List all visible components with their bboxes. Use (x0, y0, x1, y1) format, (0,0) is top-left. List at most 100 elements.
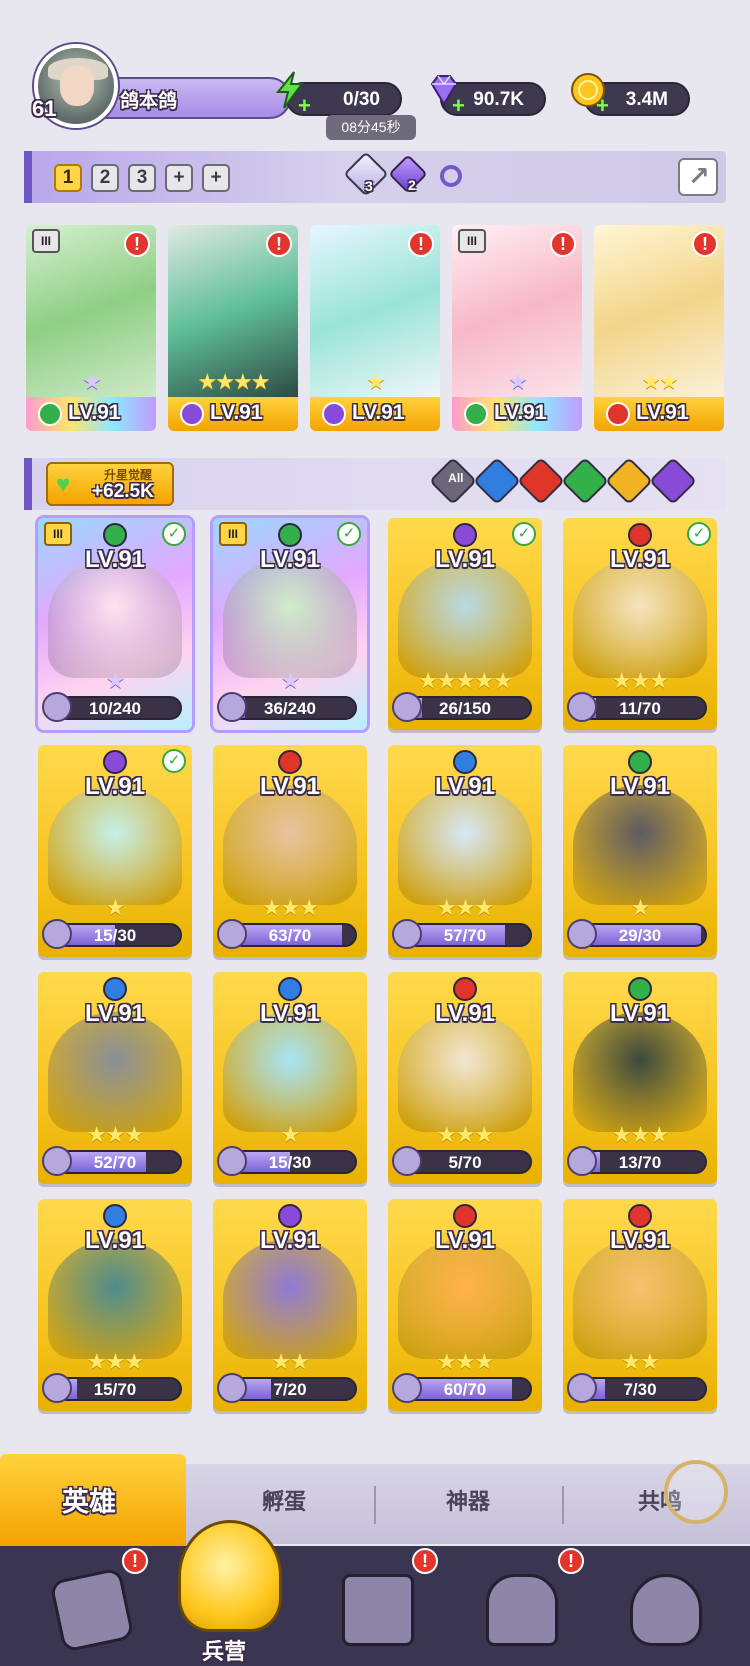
hero-stars: ★ (105, 668, 126, 693)
water-element-icon (453, 750, 477, 774)
hero-portrait (223, 785, 357, 905)
team-hero-card[interactable]: ★ LV.91! (310, 225, 440, 431)
alert-icon: ! (266, 231, 292, 257)
hero-card[interactable]: LV.91 ★ 15/30 (213, 972, 367, 1184)
hero-stars: ★★★ (436, 1122, 494, 1147)
player-level: 61 (32, 96, 57, 121)
fire-element-icon (606, 402, 630, 426)
hero-stars: ★ (366, 369, 386, 394)
water-element-icon (103, 1204, 127, 1228)
team-hero-card[interactable]: ★★★★ LV.91! (168, 225, 298, 431)
tab-artifacts[interactable]: 神器 (446, 1484, 490, 1516)
hero-level: LV.91 (259, 773, 321, 800)
hero-stars: ★★★ (436, 895, 494, 920)
bottom-nav (0, 1546, 750, 1666)
hero-card[interactable]: LV.91 ★★★ 57/70 (388, 745, 542, 957)
hero-stars: ★ (508, 369, 528, 394)
fire-element-icon (278, 750, 302, 774)
filter-bar-stripe (24, 458, 32, 510)
team-hero-card[interactable]: ★ LV.91 III! (452, 225, 582, 431)
dark-element-icon (322, 402, 346, 426)
hero-portrait (573, 1012, 707, 1132)
hero-level: LV.91 (84, 546, 146, 573)
hero-portrait (573, 1239, 707, 1359)
tab-heroes[interactable]: 英雄 (0, 1454, 186, 1546)
hero-level: LV.91 (609, 546, 671, 573)
coins-counter[interactable]: + 3.4M (571, 73, 690, 117)
hero-card[interactable]: LV.91 ★★ 7/30 (563, 1199, 717, 1411)
alert-icon: ! (408, 231, 434, 257)
light-crystal-count: 3 (365, 178, 373, 194)
hero-level: LV.91 (259, 546, 321, 573)
stamina-counter[interactable]: + 0/30 (275, 71, 402, 117)
hero-portrait (223, 1012, 357, 1132)
filter-all-label: All (448, 471, 464, 486)
shard-icon (567, 1373, 597, 1403)
hero-card[interactable]: LV.91 ★★★ 63/70 (213, 745, 367, 957)
team-slot-2[interactable]: 2 (91, 164, 119, 192)
hero-card[interactable]: LV.91 ★ 15/30 ✓ (38, 745, 192, 957)
team-slot-add-1[interactable]: + (165, 164, 193, 192)
hero-level: LV.91 (609, 1227, 671, 1254)
hero-portrait (398, 558, 532, 678)
add-gems-icon[interactable]: + (452, 95, 470, 117)
shard-icon (217, 1146, 247, 1176)
hero-portrait (223, 1239, 357, 1359)
gems-counter[interactable]: + 90.7K (430, 75, 546, 117)
shard-icon (567, 919, 597, 949)
player-profile[interactable]: 61 鸽本鸽 (28, 44, 291, 128)
dark-element-icon (180, 402, 204, 426)
add-stamina-icon[interactable]: + (298, 95, 316, 117)
team-hero-card[interactable]: ★ LV.91 III! (26, 225, 156, 431)
team-slot-3[interactable]: 3 (128, 164, 156, 192)
tab-hatch[interactable]: 孵蛋 (262, 1484, 306, 1516)
team-hero-card[interactable]: ★★ LV.91! (594, 225, 724, 431)
hero-card[interactable]: LV.91 ★★★ 13/70 (563, 972, 717, 1184)
hero-card[interactable]: LV.91 ★★★ 11/70 ✓ (563, 518, 717, 730)
search-icon[interactable] (440, 165, 462, 187)
shard-icon (567, 692, 597, 722)
hero-stars: ★ (280, 668, 301, 693)
awaken-button[interactable]: ♥ 升星觉醒 +62.5K (46, 462, 174, 506)
team-slot-1[interactable]: 1 (54, 164, 82, 192)
nav-map[interactable] (334, 1564, 424, 1650)
hero-stars: ★★ (271, 1349, 309, 1374)
hero-stars: ★★★ (86, 1349, 144, 1374)
hero-card[interactable]: LV.91 ★★★★★ 26/150 ✓ (388, 518, 542, 730)
hero-card[interactable]: LV.91 ★★★ 60/70 (388, 1199, 542, 1411)
fire-element-icon (453, 977, 477, 1001)
nav-map-alert-icon: ! (412, 1548, 438, 1574)
nav-cards[interactable] (48, 1564, 138, 1653)
share-button[interactable] (678, 158, 718, 196)
hero-level: LV.91 (434, 773, 496, 800)
team-slot-add-2[interactable]: + (202, 164, 230, 192)
shard-icon (217, 919, 247, 949)
nav-temple[interactable] (478, 1564, 568, 1650)
hero-level: LV.91 (434, 1000, 496, 1027)
hero-stars: ★★★★★ (418, 668, 513, 693)
hero-card[interactable]: LV.91 ★★★ 52/70 (38, 972, 192, 1184)
dark-element-icon (453, 523, 477, 547)
dark-element-icon (103, 750, 127, 774)
shard-icon (567, 1146, 597, 1176)
hero-card[interactable]: LV.91 ★ 29/30 (563, 745, 717, 957)
hero-card[interactable]: LV.91 ★★★ 5/70 (388, 972, 542, 1184)
player-name: 鸽本鸽 (120, 91, 178, 112)
check-icon: ✓ (337, 522, 361, 546)
hero-card[interactable]: LV.91 ★ 36/240 ✓ III (213, 518, 367, 730)
hero-card[interactable]: LV.91 ★ 10/240 ✓ III (38, 518, 192, 730)
hero-portrait (223, 558, 357, 678)
hero-card[interactable]: LV.91 ★★ 7/20 (213, 1199, 367, 1411)
hero-stars: ★ (630, 895, 651, 920)
hero-level: LV.91 (609, 773, 671, 800)
hero-card[interactable]: LV.91 ★★★ 15/70 (38, 1199, 192, 1411)
add-coins-icon[interactable]: + (596, 95, 614, 117)
fire-element-icon (453, 1204, 477, 1228)
nav-barracks[interactable]: 兵营 (170, 1520, 290, 1666)
nav-summon[interactable] (622, 1564, 712, 1650)
sparkle-ring-button[interactable] (664, 1460, 728, 1524)
tier-badge: III (458, 229, 486, 253)
hero-level: LV.91 (434, 546, 496, 573)
stamina-value: 0/30 (343, 89, 380, 110)
hero-level: LV.91 (210, 401, 263, 424)
